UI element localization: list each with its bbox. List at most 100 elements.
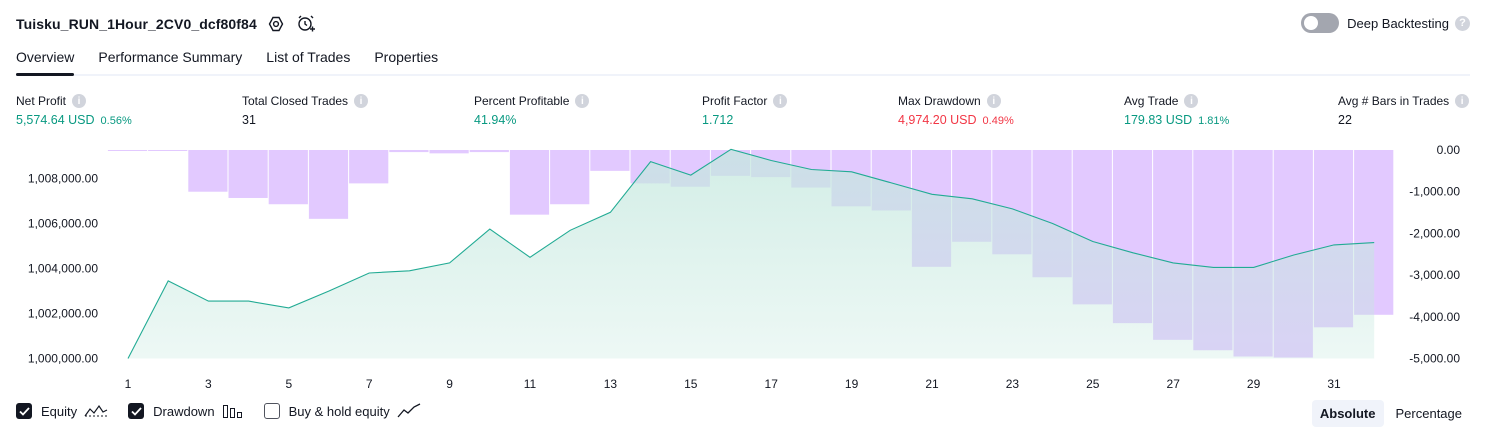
legend-equity[interactable]: Equity — [16, 403, 108, 419]
stat-value: 179.83 USD — [1124, 113, 1193, 127]
stat-label: Total Closed Trades — [242, 94, 349, 108]
info-icon[interactable]: i — [773, 94, 788, 108]
info-icon[interactable]: i — [575, 94, 590, 108]
y-right-tick-label: -3,000.00 — [1409, 268, 1460, 282]
percentage-mode-button[interactable]: Percentage — [1388, 400, 1471, 427]
checkbox-unchecked-icon[interactable] — [263, 403, 280, 419]
stat-label: Avg Trade — [1124, 94, 1179, 108]
toggle-knob — [1304, 16, 1319, 30]
stat-label: Percent Profitable — [474, 94, 570, 108]
x-tick-label: 5 — [285, 377, 292, 391]
stat-label: Net Profit — [16, 94, 67, 108]
buy-hold-line-icon — [397, 403, 421, 419]
drawdown-bar — [107, 150, 148, 151]
info-icon[interactable]: i — [1184, 94, 1199, 108]
drawdown-bar — [188, 150, 228, 192]
stat-value: 4,974.20 USD — [898, 113, 977, 127]
drawdown-bar — [349, 150, 389, 184]
y-left-tick-label: 1,002,000.00 — [28, 307, 98, 321]
drawdown-bar — [308, 150, 349, 219]
x-tick-label: 11 — [524, 377, 537, 391]
x-tick-label: 17 — [765, 377, 779, 391]
x-tick-label: 19 — [845, 377, 859, 391]
y-right-tick-label: -4,000.00 — [1409, 310, 1460, 324]
stats-row: Net Profit i 5,574.64 USD 0.56% Total Clos… — [0, 94, 1486, 134]
x-tick-label: 3 — [205, 377, 212, 391]
stat-total-closed-trades: Total Closed Trades i 31 — [242, 94, 369, 127]
y-right-tick-label: -2,000.00 — [1409, 226, 1460, 240]
tab-overview[interactable]: Overview — [16, 44, 75, 76]
deep-backtesting-toggle[interactable] — [1301, 13, 1340, 33]
add-alert-icon[interactable] — [295, 13, 317, 35]
stat-value: 1.712 — [702, 113, 734, 127]
info-icon[interactable]: i — [72, 94, 87, 108]
stat-net-profit: Net Profit i 5,574.64 USD 0.56% — [16, 94, 132, 127]
drawdown-bar — [590, 150, 630, 171]
stat-label: Max Drawdown — [898, 94, 981, 108]
x-tick-label: 21 — [925, 377, 939, 391]
y-right-tick-label: 0.00 — [1437, 143, 1461, 157]
stat-label: Profit Factor — [702, 94, 768, 108]
settings-icon[interactable] — [265, 13, 287, 35]
stat-percent: 0.56% — [100, 115, 132, 127]
report-tabs: Overview Performance Summary List of Tra… — [16, 44, 1470, 76]
drawdown-bar — [550, 150, 590, 205]
x-tick-label: 31 — [1327, 377, 1341, 391]
legend-drawdown[interactable]: Drawdown — [128, 403, 243, 419]
deep-backtesting-label: Deep Backtesting — [1347, 15, 1449, 31]
drawdown-bar — [509, 150, 550, 215]
y-right-tick-label: -1,000.00 — [1409, 185, 1460, 199]
stat-value: 31 — [242, 113, 256, 127]
legend-label: Drawdown — [153, 403, 215, 419]
drawdown-bar — [429, 150, 469, 154]
stat-label: Avg # Bars in Trades — [1338, 94, 1450, 108]
legend-label: Equity — [41, 403, 78, 419]
stat-value: 5,574.64 USD — [16, 113, 95, 127]
info-icon[interactable]: i — [1455, 94, 1470, 108]
x-tick-label: 7 — [366, 377, 373, 391]
x-tick-label: 27 — [1167, 377, 1181, 391]
chart-legend: Equity Drawdown Buy & hold equity — [16, 403, 441, 419]
absolute-mode-button[interactable]: Absolute — [1311, 400, 1384, 427]
tab-properties[interactable]: Properties — [374, 44, 438, 72]
x-tick-label: 1 — [125, 377, 132, 391]
drawdown-bar — [389, 150, 429, 153]
x-tick-label: 29 — [1247, 377, 1261, 391]
drawdown-bar — [228, 150, 268, 198]
legend-buy-hold[interactable]: Buy & hold equity — [263, 403, 421, 419]
stat-percent: 0.49% — [982, 115, 1014, 127]
stat-profit-factor: Profit Factor i 1.712 — [702, 94, 788, 127]
drawdown-bar — [469, 150, 509, 153]
stat-value: 22 — [1338, 113, 1352, 127]
x-tick-label: 13 — [604, 377, 618, 391]
stat-avg-bars: Avg # Bars in Trades i 22 — [1338, 94, 1470, 127]
drawdown-bars-icon — [222, 403, 244, 419]
checkbox-checked-icon[interactable] — [16, 403, 32, 419]
y-left-tick-label: 1,008,000.00 — [28, 172, 98, 186]
deep-backtesting: Deep Backtesting ? — [1301, 13, 1470, 33]
tab-list-of-trades[interactable]: List of Trades — [266, 44, 350, 72]
info-icon[interactable]: i — [354, 94, 369, 108]
equity-drawdown-chart[interactable]: 1,000,000.00 1,002,000.00 1,004,000.00 1,00… — [0, 140, 1486, 395]
y-left-tick-label: 1,000,000.00 — [28, 352, 98, 366]
stat-value: 41.94% — [474, 113, 517, 127]
tab-performance-summary[interactable]: Performance Summary — [98, 44, 242, 72]
stat-avg-trade: Avg Trade i 179.83 USD 1.81% — [1124, 94, 1229, 127]
stat-max-drawdown: Max Drawdown i 4,974.20 USD 0.49% — [898, 94, 1014, 127]
y-left-tick-label: 1,004,000.00 — [28, 262, 98, 276]
drawdown-bar — [268, 150, 308, 205]
x-tick-label: 15 — [684, 377, 698, 391]
y-right-tick-label: -5,000.00 — [1409, 352, 1460, 366]
strategy-header: Tuisku_RUN_1Hour_2CV0_dcf80f84 — [16, 12, 317, 36]
x-tick-label: 25 — [1086, 377, 1100, 391]
checkbox-checked-icon[interactable] — [128, 403, 145, 419]
display-mode-switch: Absolute Percentage — [1308, 400, 1470, 427]
legend-label: Buy & hold equity — [288, 403, 390, 419]
equity-line-icon — [84, 403, 108, 419]
y-left-tick-label: 1,006,000.00 — [28, 217, 98, 231]
help-icon[interactable]: ? — [1455, 15, 1470, 31]
stat-percent: 1.81% — [1198, 115, 1230, 127]
stat-percent-profitable: Percent Profitable i 41.94% — [474, 94, 590, 127]
info-icon[interactable]: i — [986, 94, 1001, 108]
x-tick-label: 9 — [446, 377, 453, 391]
